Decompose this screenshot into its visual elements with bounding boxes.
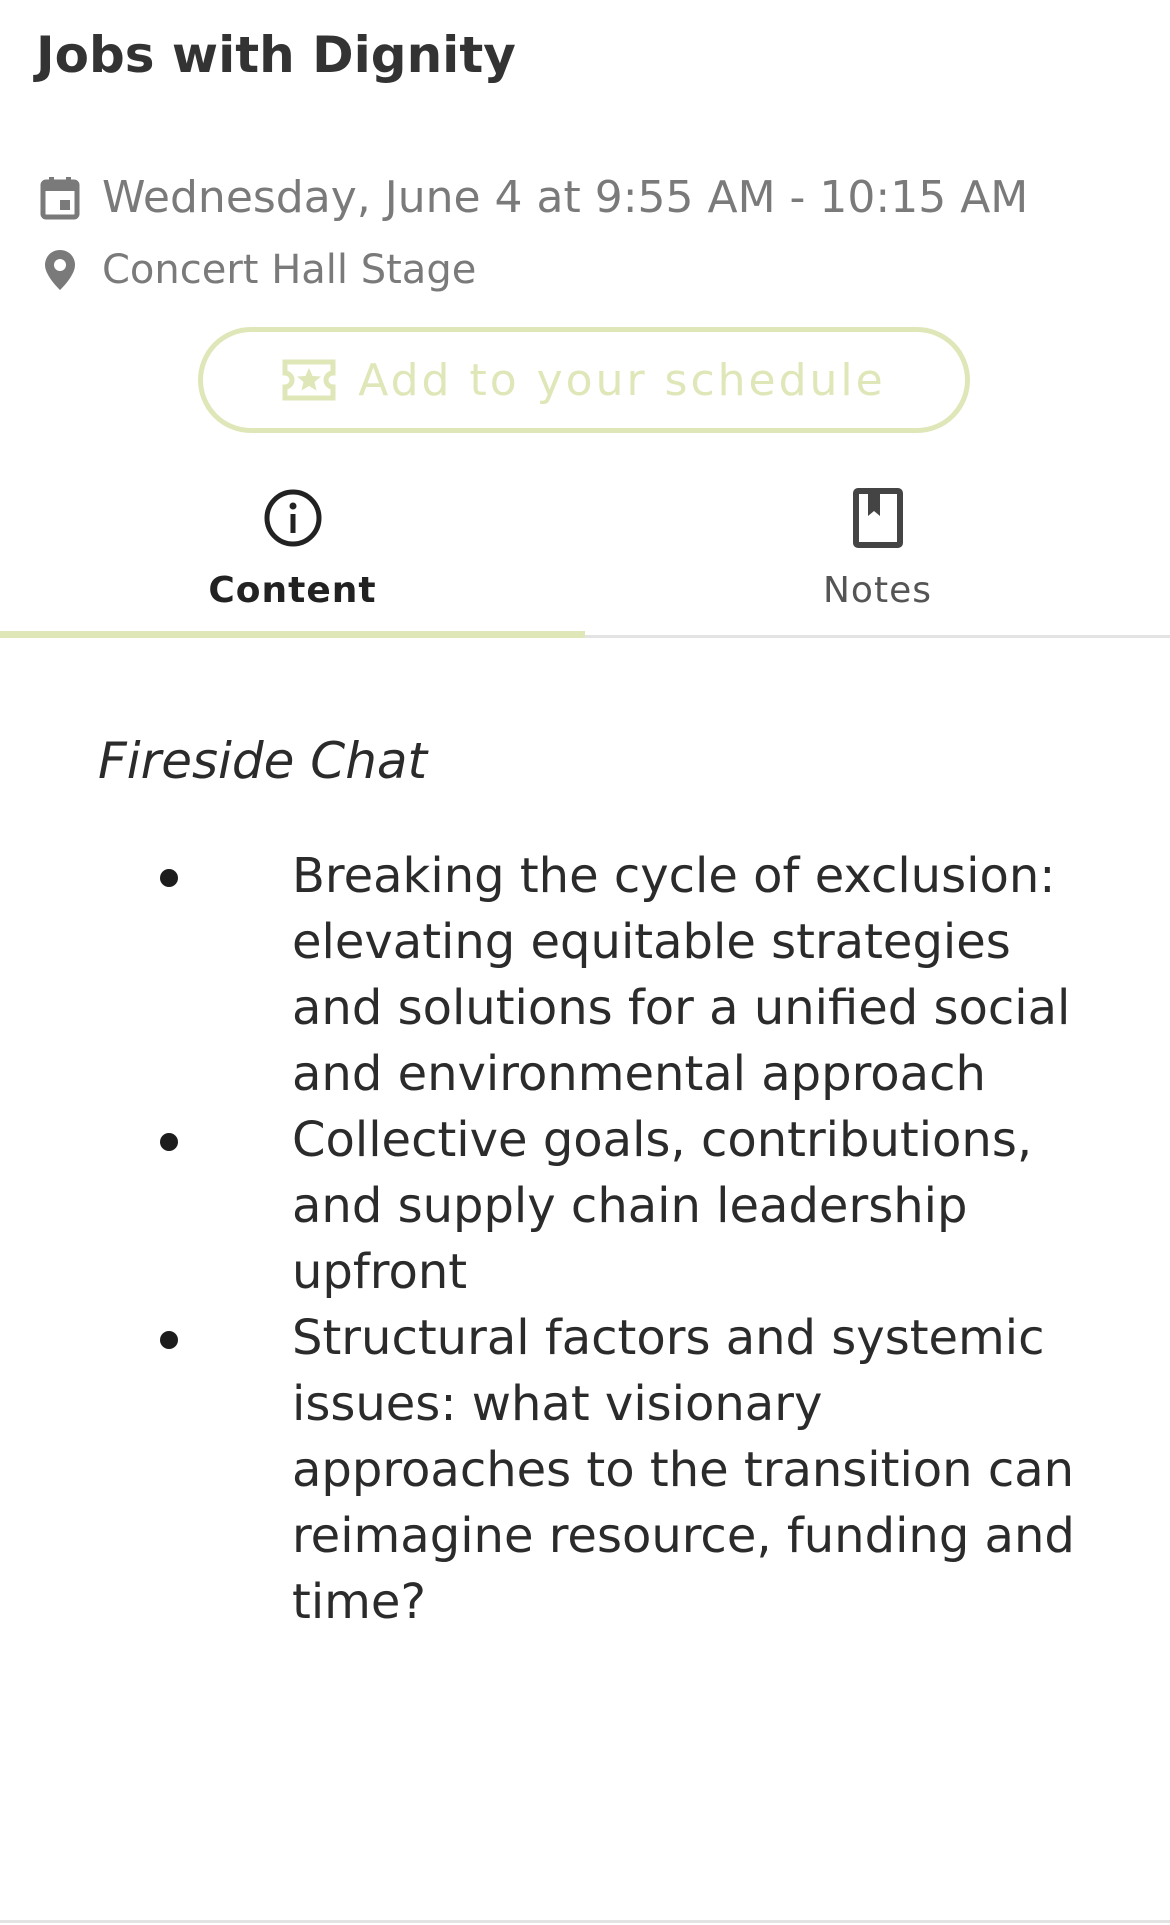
active-tab-indicator (0, 631, 585, 638)
list-item-text: Structural factors and systemic issues: … (292, 1310, 1075, 1630)
list-item-text: Breaking the cycle of exclusion: elevati… (292, 848, 1071, 1102)
list-item: Collective goals, contributions, and sup… (0, 1107, 1170, 1305)
session-location: Concert Hall Stage (102, 247, 477, 293)
session-location-row: Concert Hall Stage (36, 246, 476, 294)
topic-list: Breaking the cycle of exclusion: elevati… (0, 843, 1170, 1635)
list-item: Breaking the cycle of exclusion: elevati… (0, 843, 1170, 1107)
list-item: Structural factors and systemic issues: … (0, 1305, 1170, 1635)
tab-bar: Content Notes (0, 478, 1170, 638)
location-pin-icon (36, 246, 84, 294)
tab-content-label: Content (208, 570, 377, 611)
list-item-text: Collective goals, contributions, and sup… (292, 1112, 1033, 1300)
bullet-icon (160, 869, 178, 887)
session-format: Fireside Chat (98, 732, 428, 790)
tab-notes-label: Notes (823, 570, 932, 611)
divider (0, 1920, 1170, 1923)
bullet-icon (160, 1133, 178, 1151)
bullet-icon (160, 1331, 178, 1349)
session-datetime-row: Wednesday, June 4 at 9:55 AM - 10:15 AM (36, 172, 1028, 223)
add-to-schedule-button[interactable]: Add to your schedule (198, 327, 970, 433)
ticket-star-icon (282, 359, 336, 401)
session-title: Jobs with Dignity (36, 26, 516, 84)
session-datetime: Wednesday, June 4 at 9:55 AM - 10:15 AM (102, 172, 1029, 223)
add-to-schedule-label: Add to your schedule (358, 354, 886, 406)
info-icon (261, 486, 325, 550)
tab-notes[interactable]: Notes (585, 478, 1170, 635)
calendar-icon (36, 174, 84, 222)
tab-content[interactable]: Content (0, 478, 585, 638)
bookmark-icon (846, 486, 910, 550)
